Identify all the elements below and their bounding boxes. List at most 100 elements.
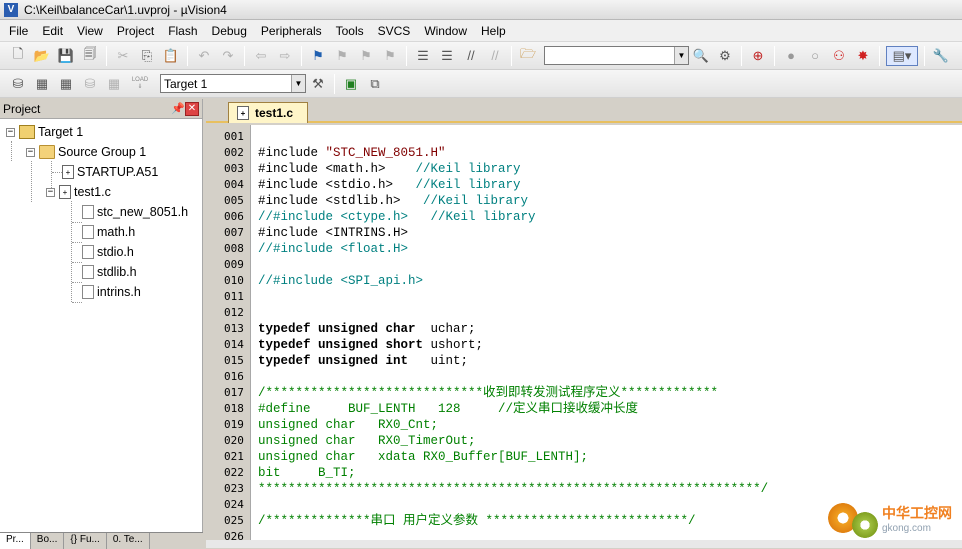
line-number: 012 [224, 305, 250, 321]
menu-item-debug[interactable]: Debug [205, 20, 254, 42]
watermark-logo: 中华工控网 gkong.com [828, 498, 952, 538]
tree-item-target[interactable]: − Target 1 [6, 122, 83, 142]
prev-bookmark-icon[interactable]: ⚑ [332, 46, 352, 66]
incremental-find-icon[interactable]: ⚙ [715, 46, 735, 66]
tree-item-source-group[interactable]: − Source Group 1 [26, 142, 146, 162]
menu-item-svcs[interactable]: SVCS [371, 20, 418, 42]
new-file-icon[interactable]: 🗋 [8, 46, 28, 66]
copy-icon[interactable]: ⎘ [137, 46, 157, 66]
nav-back-icon[interactable]: ⇦ [251, 46, 271, 66]
target-select[interactable]: Target 1 ▼ [160, 74, 306, 93]
menu-item-window[interactable]: Window [417, 20, 474, 42]
indent-icon[interactable]: ☰ [413, 46, 433, 66]
window-layout-icon[interactable]: ▤▾ [886, 46, 918, 66]
breakpoint-icon[interactable]: ● [781, 46, 801, 66]
redo-icon[interactable]: ↷ [218, 46, 238, 66]
code-text: typedef unsigned char uchar; [258, 321, 476, 337]
code-text: unsigned char RX0_Cnt; [258, 417, 438, 433]
menu-item-edit[interactable]: Edit [35, 20, 70, 42]
kill-breakpoints-icon[interactable]: ✸ [853, 46, 873, 66]
find-in-files-icon[interactable]: 🗁 [518, 46, 538, 66]
code-token: //#include <float.H> [258, 242, 408, 256]
tab-books[interactable]: Bo... [31, 533, 65, 549]
menu-item-flash[interactable]: Flash [161, 20, 204, 42]
select-packs-icon[interactable]: ⧉ [365, 74, 385, 94]
build-icon[interactable]: ▦ [32, 74, 52, 94]
open-file-icon[interactable]: 📂 [32, 46, 52, 66]
tree-item-label: Target 1 [38, 125, 83, 139]
collapse-icon[interactable]: − [26, 148, 35, 157]
code-line: 014typedef unsigned short ushort; [206, 337, 962, 353]
code-token: #include <math.h> [258, 162, 416, 176]
menu-item-file[interactable]: File [2, 20, 35, 42]
tree-item-test1c[interactable]: − + test1.c [46, 182, 111, 202]
find-combo[interactable]: ▼ [544, 46, 689, 65]
code-line: 003#include <math.h> //Keil library [206, 161, 962, 177]
horizontal-scrollbar[interactable] [206, 540, 962, 548]
save-all-icon[interactable]: 🗐 [80, 46, 100, 66]
stop-build-icon[interactable]: ▦ [104, 74, 124, 94]
line-number: 001 [224, 129, 250, 145]
comment-icon[interactable]: // [461, 46, 481, 66]
line-number: 006 [224, 209, 250, 225]
code-text: #include "STC_NEW_8051.H" [258, 145, 446, 161]
menu-item-project[interactable]: Project [110, 20, 161, 42]
file-icon: + [59, 185, 71, 199]
tree-item-header[interactable]: math.h [82, 222, 135, 242]
menu-item-view[interactable]: View [70, 20, 110, 42]
code-token: //#include <ctype.h> //Keil library [258, 210, 536, 224]
line-number: 011 [224, 289, 250, 305]
menu-item-tools[interactable]: Tools [329, 20, 371, 42]
cut-icon[interactable]: ✂ [113, 46, 133, 66]
toolbar-build: ⛁ ▦ ▦ ⛁ ▦ LOAD⇓ Target 1 ▼ ⚒ ▣ ⧉ [0, 70, 962, 98]
uncomment-icon[interactable]: // [485, 46, 505, 66]
start-debug-icon[interactable]: ⊕ [748, 46, 768, 66]
window-title: C:\Keil\balanceCar\1.uvproj - µVision4 [24, 3, 227, 17]
line-number: 017 [224, 385, 250, 401]
tree-item-header[interactable]: stdlib.h [82, 262, 137, 282]
target-options-icon[interactable]: ⚒ [308, 74, 328, 94]
chevron-down-icon[interactable]: ▼ [291, 75, 305, 92]
clear-bookmarks-icon[interactable]: ⚑ [380, 46, 400, 66]
code-token: unsigned char xdata RX0_Buffer[BUF_LENTH… [258, 450, 588, 464]
manage-components-icon[interactable]: ▣ [341, 74, 361, 94]
next-bookmark-icon[interactable]: ⚑ [356, 46, 376, 66]
collapse-icon[interactable]: − [46, 188, 55, 197]
toolbar-separator [106, 46, 107, 66]
chevron-down-icon[interactable]: ▼ [674, 47, 688, 64]
menu-item-help[interactable]: Help [474, 20, 513, 42]
unindent-icon[interactable]: ☰ [437, 46, 457, 66]
code-line: 004#include <stdio.h> //Keil library [206, 177, 962, 193]
save-icon[interactable]: 💾 [56, 46, 76, 66]
app-logo-icon: V [4, 3, 18, 17]
tree-item-header[interactable]: stc_new_8051.h [82, 202, 188, 222]
code-text: unsigned char xdata RX0_Buffer[BUF_LENTH… [258, 449, 588, 465]
translate-icon[interactable]: ⛁ [8, 74, 28, 94]
paste-icon[interactable]: 📋 [161, 46, 181, 66]
tab-functions[interactable]: {} Fu... [64, 533, 106, 549]
pin-icon[interactable]: 📌 [171, 102, 185, 115]
code-editor[interactable]: 001002#include "STC_NEW_8051.H"003#inclu… [206, 125, 962, 548]
disable-all-breakpoints-icon[interactable]: ⚇ [829, 46, 849, 66]
tree-item-header[interactable]: stdio.h [82, 242, 134, 262]
tab-test1c[interactable]: + test1.c [228, 102, 308, 123]
tab-templates[interactable]: 0. Te... [107, 533, 150, 549]
tree-item-header[interactable]: intrins.h [82, 282, 141, 302]
undo-icon[interactable]: ↶ [194, 46, 214, 66]
menu-item-peripherals[interactable]: Peripherals [254, 20, 329, 42]
collapse-icon[interactable]: − [6, 128, 15, 137]
nav-forward-icon[interactable]: ⇨ [275, 46, 295, 66]
load-icon[interactable]: LOAD⇓ [128, 74, 152, 94]
line-number: 019 [224, 417, 250, 433]
rebuild-icon[interactable]: ▦ [56, 74, 76, 94]
load-label: LOAD [132, 77, 148, 84]
toolbar-separator [741, 46, 742, 66]
batch-build-icon[interactable]: ⛁ [80, 74, 100, 94]
find-icon[interactable]: 🔍 [691, 46, 711, 66]
tree-item-startup[interactable]: + STARTUP.A51 [62, 162, 158, 182]
configure-icon[interactable]: 🔧 [931, 46, 951, 66]
tab-project[interactable]: Pr... [0, 533, 31, 549]
disable-breakpoint-icon[interactable]: ○ [805, 46, 825, 66]
bookmark-icon[interactable]: ⚑ [308, 46, 328, 66]
close-icon[interactable]: ✕ [185, 102, 199, 116]
